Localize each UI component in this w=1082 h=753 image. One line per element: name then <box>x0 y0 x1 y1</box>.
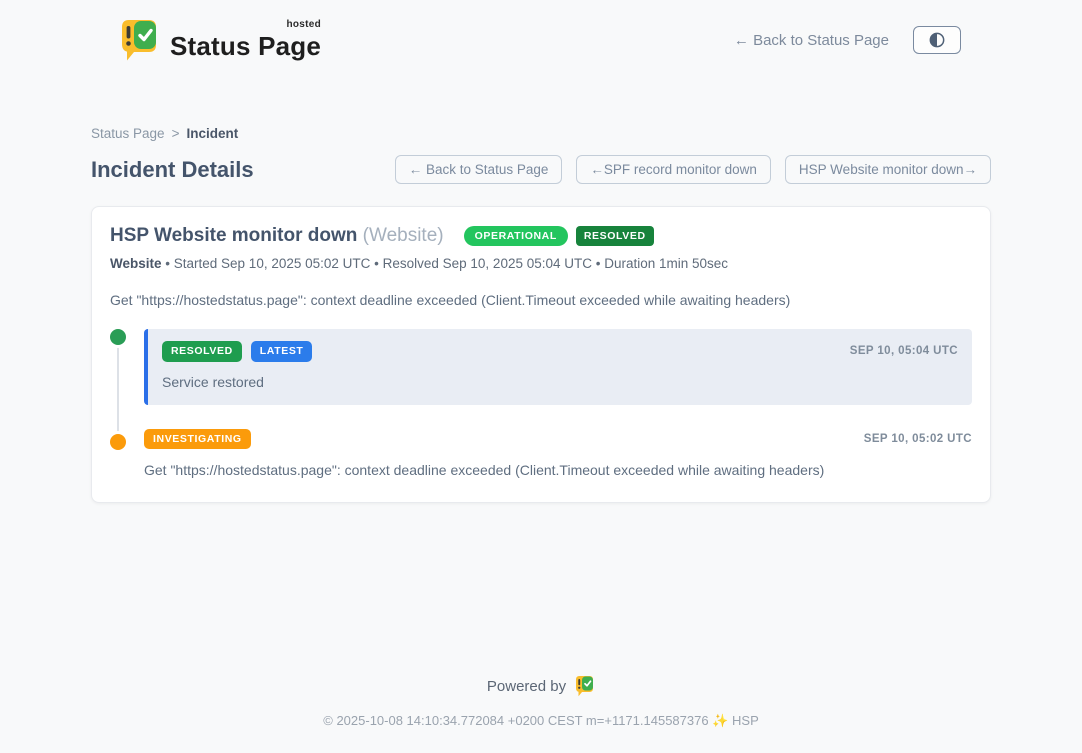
timeline-entry-content: INVESTIGATING SEP 10, 05:02 UTC Get "htt… <box>144 429 972 479</box>
next-incident-button[interactable]: HSP Website monitor down→ <box>785 155 991 184</box>
theme-toggle-button[interactable] <box>913 26 961 54</box>
incident-meta: Website • Started Sep 10, 2025 05:02 UTC… <box>110 256 972 271</box>
sparkles-icon: ✨ <box>712 713 728 728</box>
breadcrumb-status-page[interactable]: Status Page <box>91 126 165 141</box>
header: hosted Status Page ← Back to Status Page <box>0 0 1082 64</box>
title-row: Incident Details ← Back to Status Page ←… <box>91 155 991 184</box>
timeline-timestamp: SEP 10, 05:04 UTC <box>850 345 958 357</box>
status-page-logo-icon <box>120 18 160 62</box>
incident-meta-details: • Started Sep 10, 2025 05:02 UTC • Resol… <box>165 256 728 271</box>
incident-title: HSP Website monitor down (Website) <box>110 225 444 247</box>
logo-superscript: hosted <box>286 19 321 30</box>
main-content: Status Page > Incident Incident Details ← … <box>91 126 991 503</box>
logo-text: Status Page <box>170 31 321 61</box>
timeline-dot-resolved <box>110 329 126 345</box>
back-to-status-page-button[interactable]: ← Back to Status Page <box>395 155 563 184</box>
breadcrumb-incident: Incident <box>186 126 238 141</box>
timeline-entry-resolved: RESOLVED LATEST SEP 10, 05:04 UTC Servic… <box>110 329 972 405</box>
powered-by: Powered by <box>0 675 1082 697</box>
previous-incident-button[interactable]: ←SPF record monitor down <box>576 155 771 184</box>
resolved-status-badge: RESOLVED <box>576 226 654 247</box>
incident-nav-buttons: ← Back to Status Page ←SPF record monito… <box>395 155 991 184</box>
timeline-entry-head: RESOLVED LATEST SEP 10, 05:04 UTC <box>162 341 958 362</box>
incident-title-text: HSP Website monitor down <box>110 225 357 246</box>
latest-badge: LATEST <box>251 341 313 362</box>
logo[interactable]: hosted Status Page <box>120 18 321 62</box>
status-page-logo-icon-small <box>575 675 595 697</box>
timeline-message: Service restored <box>162 374 958 390</box>
copyright-brand: HSP <box>732 713 759 728</box>
timeline-entry-head: INVESTIGATING SEP 10, 05:02 UTC <box>144 429 972 450</box>
page-title: Incident Details <box>91 157 254 183</box>
incident-meta-component: Website <box>110 256 162 271</box>
incident-title-row: HSP Website monitor down (Website) OPERA… <box>110 225 972 247</box>
copyright: © 2025-10-08 14:10:34.772084 +0200 CEST … <box>0 713 1082 729</box>
timeline-dot-investigating <box>110 434 126 450</box>
copyright-text: © 2025-10-08 14:10:34.772084 +0200 CEST … <box>323 713 708 728</box>
powered-by-label: Powered by <box>487 678 566 695</box>
logo-text-wrap: hosted Status Page <box>170 21 321 62</box>
breadcrumb-separator: > <box>172 126 180 141</box>
timeline-entry-investigating: INVESTIGATING SEP 10, 05:02 UTC Get "htt… <box>110 429 972 479</box>
incident-description: Get "https://hostedstatus.page": context… <box>110 292 972 308</box>
header-right: ← Back to Status Page <box>734 26 961 54</box>
incident-component: (Website) <box>363 225 444 246</box>
timeline-message: Get "https://hostedstatus.page": context… <box>144 462 972 478</box>
back-to-status-page-link[interactable]: ← Back to Status Page <box>734 32 889 49</box>
incident-timeline: RESOLVED LATEST SEP 10, 05:04 UTC Servic… <box>110 329 972 478</box>
timeline-entry-highlight-box: RESOLVED LATEST SEP 10, 05:04 UTC Servic… <box>144 329 972 405</box>
timeline-timestamp: SEP 10, 05:02 UTC <box>864 433 972 445</box>
investigating-badge: INVESTIGATING <box>144 429 251 450</box>
breadcrumb: Status Page > Incident <box>91 126 991 141</box>
operational-status-badge: OPERATIONAL <box>464 226 568 247</box>
footer: Powered by © 2025-10-08 14:10:34.772084 … <box>0 675 1082 753</box>
resolved-badge: RESOLVED <box>162 341 242 362</box>
incident-card: HSP Website monitor down (Website) OPERA… <box>91 206 991 503</box>
circle-half-icon <box>927 30 947 50</box>
